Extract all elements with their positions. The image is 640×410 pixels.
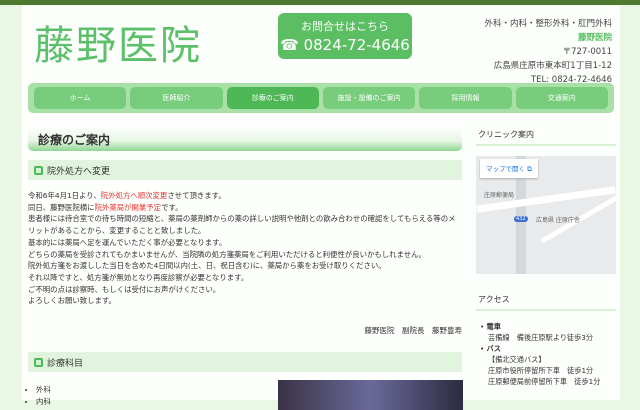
text-line: 院外処方箋をお渡しした当日を含めた4日間以内(土、日、祝日含む)に、薬局から薬を… [28, 261, 386, 271]
section-heading-prescription: 院外処方へ変更 [28, 160, 462, 180]
nav-medical-info[interactable]: 診療のご案内 [226, 87, 319, 109]
nav-facilities[interactable]: 施設・設備のご案内 [322, 87, 416, 109]
text: させて頂きます。 [167, 191, 226, 200]
section-title: 院外処方へ変更 [47, 166, 111, 177]
departments: 外科・内科・整形外科・肛門外科 [484, 19, 612, 29]
access-heading: アクセス [476, 290, 616, 311]
highlight-text: 院外処方へ順次変更 [100, 191, 168, 200]
contact-phone: ☎ 0824-72-4646 [280, 36, 410, 54]
nav-home[interactable]: ホーム [34, 87, 127, 109]
access-train: • 電車 芸備線 備後庄原駅より徒歩3分 [480, 321, 616, 343]
open-map-button[interactable]: マップで開く ⧉ [480, 159, 538, 178]
bus-label: バス [486, 344, 501, 353]
address: 広島県庄原市東本町1丁目1-12 [493, 61, 612, 71]
sidebar: クリニック案内 マップで開く ⧉ 庄原郵便局 広島県 庄原庁舎 432 アクセス… [476, 125, 616, 387]
bus-stop: 庄原市役所停留所下車 徒歩1分 [488, 366, 594, 375]
clinic-photo [278, 380, 463, 410]
page-title: 診療のご案内 [28, 125, 462, 151]
contact-button[interactable]: お問合せはこちら ☎ 0824-72-4646 [278, 13, 412, 59]
section-heading-subjects: 診療科目 [28, 352, 462, 373]
text-line: どちらの薬局を受診されてもかまいませんが、当院隣の処方箋薬局をご利用いただけると… [28, 249, 426, 259]
clinic-name: 藤野医院 [577, 33, 612, 43]
map-poi: 庄原郵便局 [484, 192, 515, 199]
road-number: 432 [514, 216, 528, 222]
main-nav: ホーム 医師紹介 診療のご案内 施設・設備のご案内 採用情報 交通案内 [28, 83, 614, 113]
access-bus: • バス 【備北交通バス】 庄原市役所停留所下車 徒歩1分 庄原郵便局前停留所下… [480, 343, 616, 387]
highlight-text: 院外薬局が開業予定 [94, 202, 162, 212]
square-bullet-icon [34, 357, 43, 367]
site-logo[interactable]: 藤野医院 [34, 13, 202, 71]
access-list: • 電車 芸備線 備後庄原駅より徒歩3分 • バス 【備北交通バス】 庄原市役所停… [476, 321, 616, 387]
text: 同日、藤野医院横に [28, 202, 95, 212]
text-line: ご不明の点は診察時、もしくは受付にお声がけください。 [28, 284, 221, 294]
nav-access[interactable]: 交通案内 [515, 87, 608, 109]
text: です。 [161, 202, 183, 212]
contact-label: お問合せはこちら [301, 20, 389, 33]
section-title: 診療科目 [47, 358, 84, 369]
text-line: 基本的には薬局へ足を運んでいただく事が必要となります。 [28, 237, 227, 247]
main-content: 診療のご案内 院外処方へ変更 令和6年4月1日より、院外処方へ順次変更させて頂き… [28, 125, 463, 410]
train-label: 電車 [486, 322, 501, 331]
postal-code: 〒727-0011 [562, 47, 612, 57]
train-text: 芸備線 備後庄原駅より徒歩3分 [488, 333, 594, 342]
bus-company: 【備北交通バス】 [488, 355, 546, 364]
map-poi: 広島県 庄原庁舎 [536, 217, 580, 224]
header-address: 外科・内科・整形外科・肛門外科 藤野医院 〒727-0011 広島県庄原市東本町… [484, 17, 612, 87]
text-line: よろしくお願い致します。 [28, 296, 116, 306]
text-line: それ以降ですと、処方箋が無効となり再度診察が必要となります。 [28, 272, 249, 282]
notice-text: 令和6年4月1日より、院外処方へ順次変更させて頂きます。 同日、藤野医院横に院外… [28, 190, 462, 307]
nav-doctors[interactable]: 医師紹介 [130, 87, 223, 109]
bus-stop: 庄原郵便局前停留所下車 徒歩1分 [488, 377, 601, 386]
nav-recruit[interactable]: 採用情報 [419, 87, 512, 109]
page: 藤野医院 お問合せはこちら ☎ 0824-72-4646 外科・内科・整形外科・… [22, 5, 620, 410]
text: 令和6年4月1日より、 [28, 191, 101, 200]
clinic-heading: クリニック案内 [476, 125, 616, 146]
map-embed[interactable]: マップで開く ⧉ 庄原郵便局 広島県 庄原庁舎 432 [476, 156, 616, 274]
text-line: 患者様には待合室での待ち時間の短縮と、薬局の薬剤師からの薬の詳しい説明や他剤との… [28, 214, 456, 236]
signature: 藤野医院 副院長 藤野豊寿 [364, 326, 463, 336]
square-bullet-icon [34, 165, 43, 175]
